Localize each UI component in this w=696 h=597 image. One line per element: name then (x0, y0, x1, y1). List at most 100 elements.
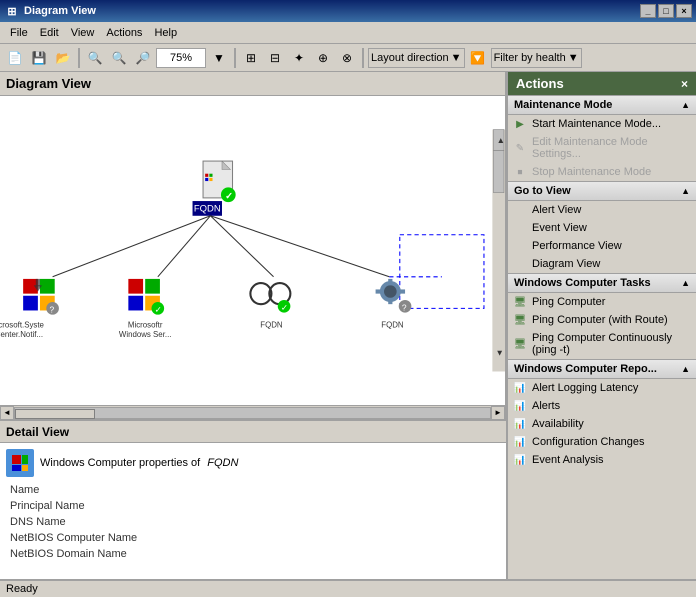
detail-properties: Name Principal Name DNS Name NetBIOS Com… (6, 483, 500, 561)
actions-header: Actions × (508, 72, 696, 95)
menu-view[interactable]: View (65, 25, 101, 41)
performance-view-icon (512, 238, 528, 254)
section-label-goto: Go to View (514, 185, 571, 197)
main-container: Diagram View ▲ ▼ (0, 72, 696, 579)
toolbar-btn-extra2[interactable]: ⊟ (264, 47, 286, 69)
section-header-tasks[interactable]: Windows Computer Tasks ▲ (508, 273, 696, 293)
menu-actions[interactable]: Actions (100, 25, 148, 41)
h-scrollbar[interactable]: ◄ ► (0, 405, 505, 419)
actions-title: Actions (516, 76, 564, 91)
toolbar-btn-extra3[interactable]: ✦ (288, 47, 310, 69)
menu-help[interactable]: Help (148, 25, 183, 41)
availability-icon: 📊 (512, 416, 528, 432)
toolbar-new[interactable]: 📄 (4, 47, 26, 69)
menu-edit[interactable]: Edit (34, 25, 65, 41)
app-icon: ⊞ (4, 3, 20, 19)
section-header-maintenance[interactable]: Maintenance Mode ▲ (508, 95, 696, 115)
ping-route-label: Ping Computer (with Route) (532, 314, 668, 326)
event-analysis-label: Event Analysis (532, 454, 604, 466)
menu-file[interactable]: File (4, 25, 34, 41)
toolbar-search[interactable]: 🔍 (84, 47, 106, 69)
alert-logging-label: Alert Logging Latency (532, 382, 638, 394)
svg-text:✓: ✓ (281, 302, 288, 312)
alerts-icon: 📊 (512, 398, 528, 414)
ping-icon: 🖥 (512, 294, 528, 310)
svg-text:FQDN: FQDN (381, 320, 404, 329)
scrollbar-thumb-h[interactable] (15, 409, 95, 419)
layout-direction-dropdown[interactable]: Layout direction ▼ (368, 48, 465, 68)
prop-netbios-domain: NetBIOS Domain Name (6, 547, 500, 561)
action-alerts[interactable]: 📊 Alerts (508, 397, 696, 415)
action-start-maintenance[interactable]: ▶ Start Maintenance Mode... (508, 115, 696, 133)
action-config-changes[interactable]: 📊 Configuration Changes (508, 433, 696, 451)
alert-view-label: Alert View (532, 204, 581, 216)
actions-close-button[interactable]: × (681, 77, 688, 91)
title-bar: ⊞ Diagram View _ □ × (0, 0, 696, 22)
scroll-right[interactable]: ► (491, 406, 505, 420)
action-diagram-view[interactable]: Diagram View (508, 255, 696, 273)
svg-text:?: ? (402, 302, 407, 312)
toolbar-separator-3 (362, 48, 364, 68)
action-ping[interactable]: 🖥 Ping Computer (508, 293, 696, 311)
action-edit-maintenance: ✎ Edit Maintenance Mode Settings... (508, 133, 696, 163)
event-view-label: Event View (532, 222, 587, 234)
svg-text:FQDN: FQDN (194, 204, 221, 215)
svg-text:?: ? (49, 305, 54, 315)
toolbar-btn-extra5[interactable]: ⊗ (336, 47, 358, 69)
section-header-goto[interactable]: Go to View ▲ (508, 181, 696, 201)
start-maintenance-icon: ▶ (512, 116, 528, 132)
layout-direction-label: Layout direction (371, 52, 449, 64)
toolbar-separator-2 (234, 48, 236, 68)
action-alert-view[interactable]: Alert View (508, 201, 696, 219)
action-alert-logging[interactable]: 📊 Alert Logging Latency (508, 379, 696, 397)
action-performance-view[interactable]: Performance View (508, 237, 696, 255)
window-title: Diagram View (24, 5, 640, 17)
diagram-view-label: Diagram View (532, 258, 600, 270)
scrollbar-track-h[interactable] (14, 407, 491, 419)
toolbar-btn-extra4[interactable]: ⊕ (312, 47, 334, 69)
prop-netbios-computer: NetBIOS Computer Name (6, 531, 500, 545)
section-label-maintenance: Maintenance Mode (514, 99, 612, 111)
action-availability[interactable]: 📊 Availability (508, 415, 696, 433)
window-controls: _ □ × (640, 4, 692, 18)
toolbar-open[interactable]: 📂 (52, 47, 74, 69)
toolbar-zoom-out[interactable]: 🔎 (132, 47, 154, 69)
diagram-area: Diagram View ▲ ▼ (0, 72, 506, 579)
toolbar-save[interactable]: 💾 (28, 47, 50, 69)
svg-text:✓: ✓ (225, 191, 233, 202)
ping-label: Ping Computer (532, 296, 605, 308)
prop-dns-name: DNS Name (6, 515, 500, 529)
config-changes-label: Configuration Changes (532, 436, 645, 448)
svg-text:ricrosoft.Syste: ricrosoft.Syste (0, 320, 45, 329)
stop-maintenance-label: Stop Maintenance Mode (532, 166, 651, 178)
maximize-button[interactable]: □ (658, 4, 674, 18)
action-ping-route[interactable]: 🖥 Ping Computer (with Route) (508, 311, 696, 329)
section-label-reports: Windows Computer Repo... (514, 363, 657, 375)
diagram-svg: ▲ ▼ (0, 96, 505, 405)
section-arrow-tasks: ▲ (681, 278, 690, 288)
svg-text:▲: ▲ (497, 135, 505, 145)
diagram-canvas[interactable]: ▲ ▼ (0, 96, 505, 405)
action-event-view[interactable]: Event View (508, 219, 696, 237)
toolbar-separator-1 (78, 48, 80, 68)
close-button[interactable]: × (676, 4, 692, 18)
toolbar-filter-icon[interactable]: 🔽 (467, 47, 489, 69)
scroll-left[interactable]: ◄ (0, 406, 14, 420)
zoom-dropdown[interactable]: ▼ (208, 47, 230, 69)
zoom-input[interactable] (156, 48, 206, 68)
filter-health-dropdown[interactable]: Filter by health ▼ (491, 48, 582, 68)
actions-panel: Actions × Maintenance Mode ▲ ▶ Start Mai… (506, 72, 696, 579)
toolbar-zoom-in[interactable]: 🔍 (108, 47, 130, 69)
section-header-reports[interactable]: Windows Computer Repo... ▲ (508, 359, 696, 379)
toolbar-btn-extra1[interactable]: ⊞ (240, 47, 262, 69)
action-event-analysis[interactable]: 📊 Event Analysis (508, 451, 696, 469)
svg-text:FQDN: FQDN (260, 320, 283, 329)
layout-direction-arrow: ▼ (451, 52, 462, 64)
minimize-button[interactable]: _ (640, 4, 656, 18)
detail-header-icon (6, 449, 34, 477)
detail-view: Detail View Windows Computer properties … (0, 419, 506, 579)
action-ping-continuous[interactable]: 🖥 Ping Computer Continuously (ping -t) (508, 329, 696, 359)
alerts-label: Alerts (532, 400, 560, 412)
section-label-tasks: Windows Computer Tasks (514, 277, 651, 289)
alert-view-icon (512, 202, 528, 218)
